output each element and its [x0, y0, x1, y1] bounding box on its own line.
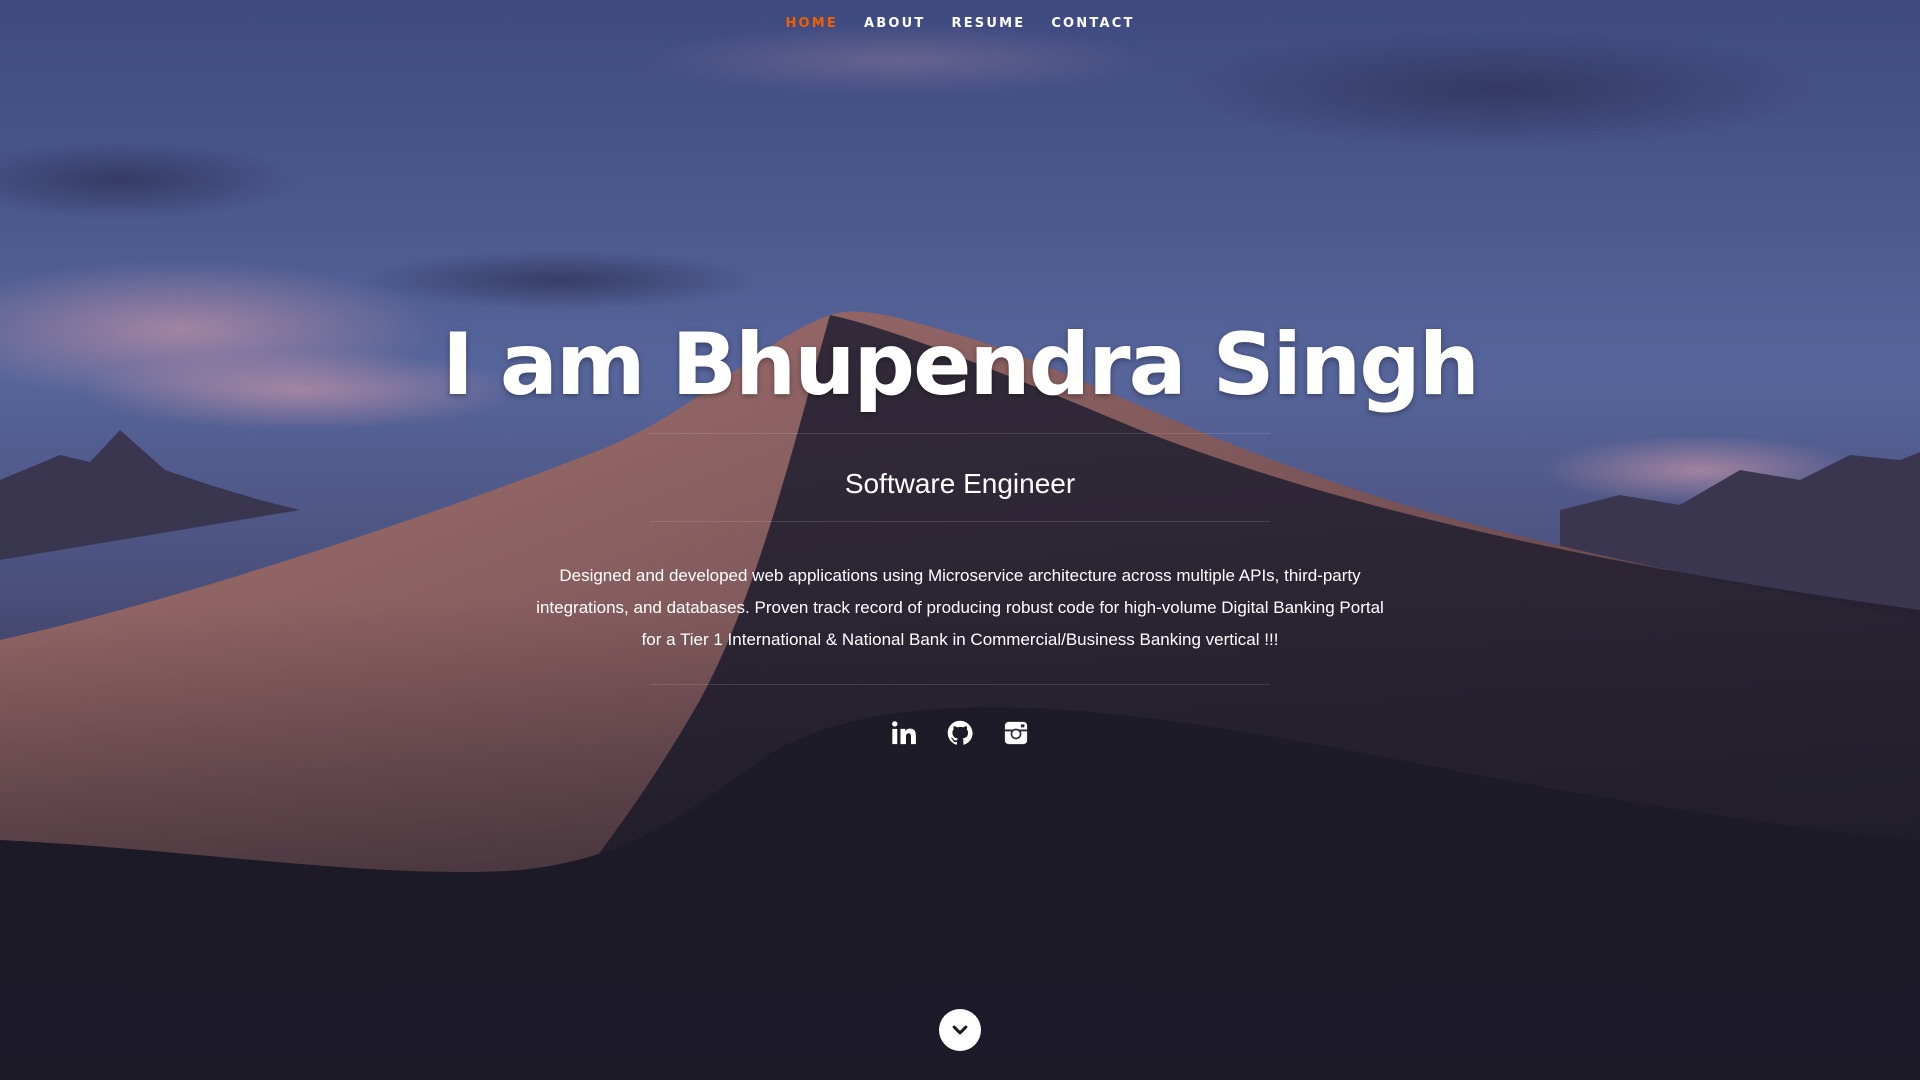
- description: Designed and developed web applications …: [536, 566, 1384, 649]
- hero-section: Home About Resume Contact I am Bhupendra…: [0, 0, 1920, 1080]
- main-nav: Home About Resume Contact: [0, 0, 1920, 46]
- nav-contact-link[interactable]: Contact: [1051, 16, 1134, 31]
- scroll-down-button[interactable]: [939, 1009, 981, 1051]
- social-links: [890, 719, 1030, 747]
- instagram-link[interactable]: [1002, 719, 1030, 747]
- github-icon: [947, 720, 973, 745]
- chevron-down-icon: [952, 1025, 968, 1035]
- subtitle: Software Engineer: [844, 468, 1076, 499]
- divider: [650, 684, 1270, 685]
- instagram-icon: [1004, 721, 1028, 745]
- nav-about-link[interactable]: About: [864, 16, 925, 31]
- banner: I am Bhupendra Singh Software Engineer D…: [0, 315, 1920, 747]
- divider: [650, 433, 1270, 434]
- nav-resume-link[interactable]: Resume: [951, 16, 1025, 31]
- linkedin-link[interactable]: [890, 719, 918, 747]
- headline: I am Bhupendra Singh: [441, 315, 1480, 415]
- divider: [650, 521, 1270, 522]
- linkedin-icon: [892, 721, 916, 745]
- nav-home-link[interactable]: Home: [785, 16, 838, 31]
- github-link[interactable]: [946, 719, 974, 747]
